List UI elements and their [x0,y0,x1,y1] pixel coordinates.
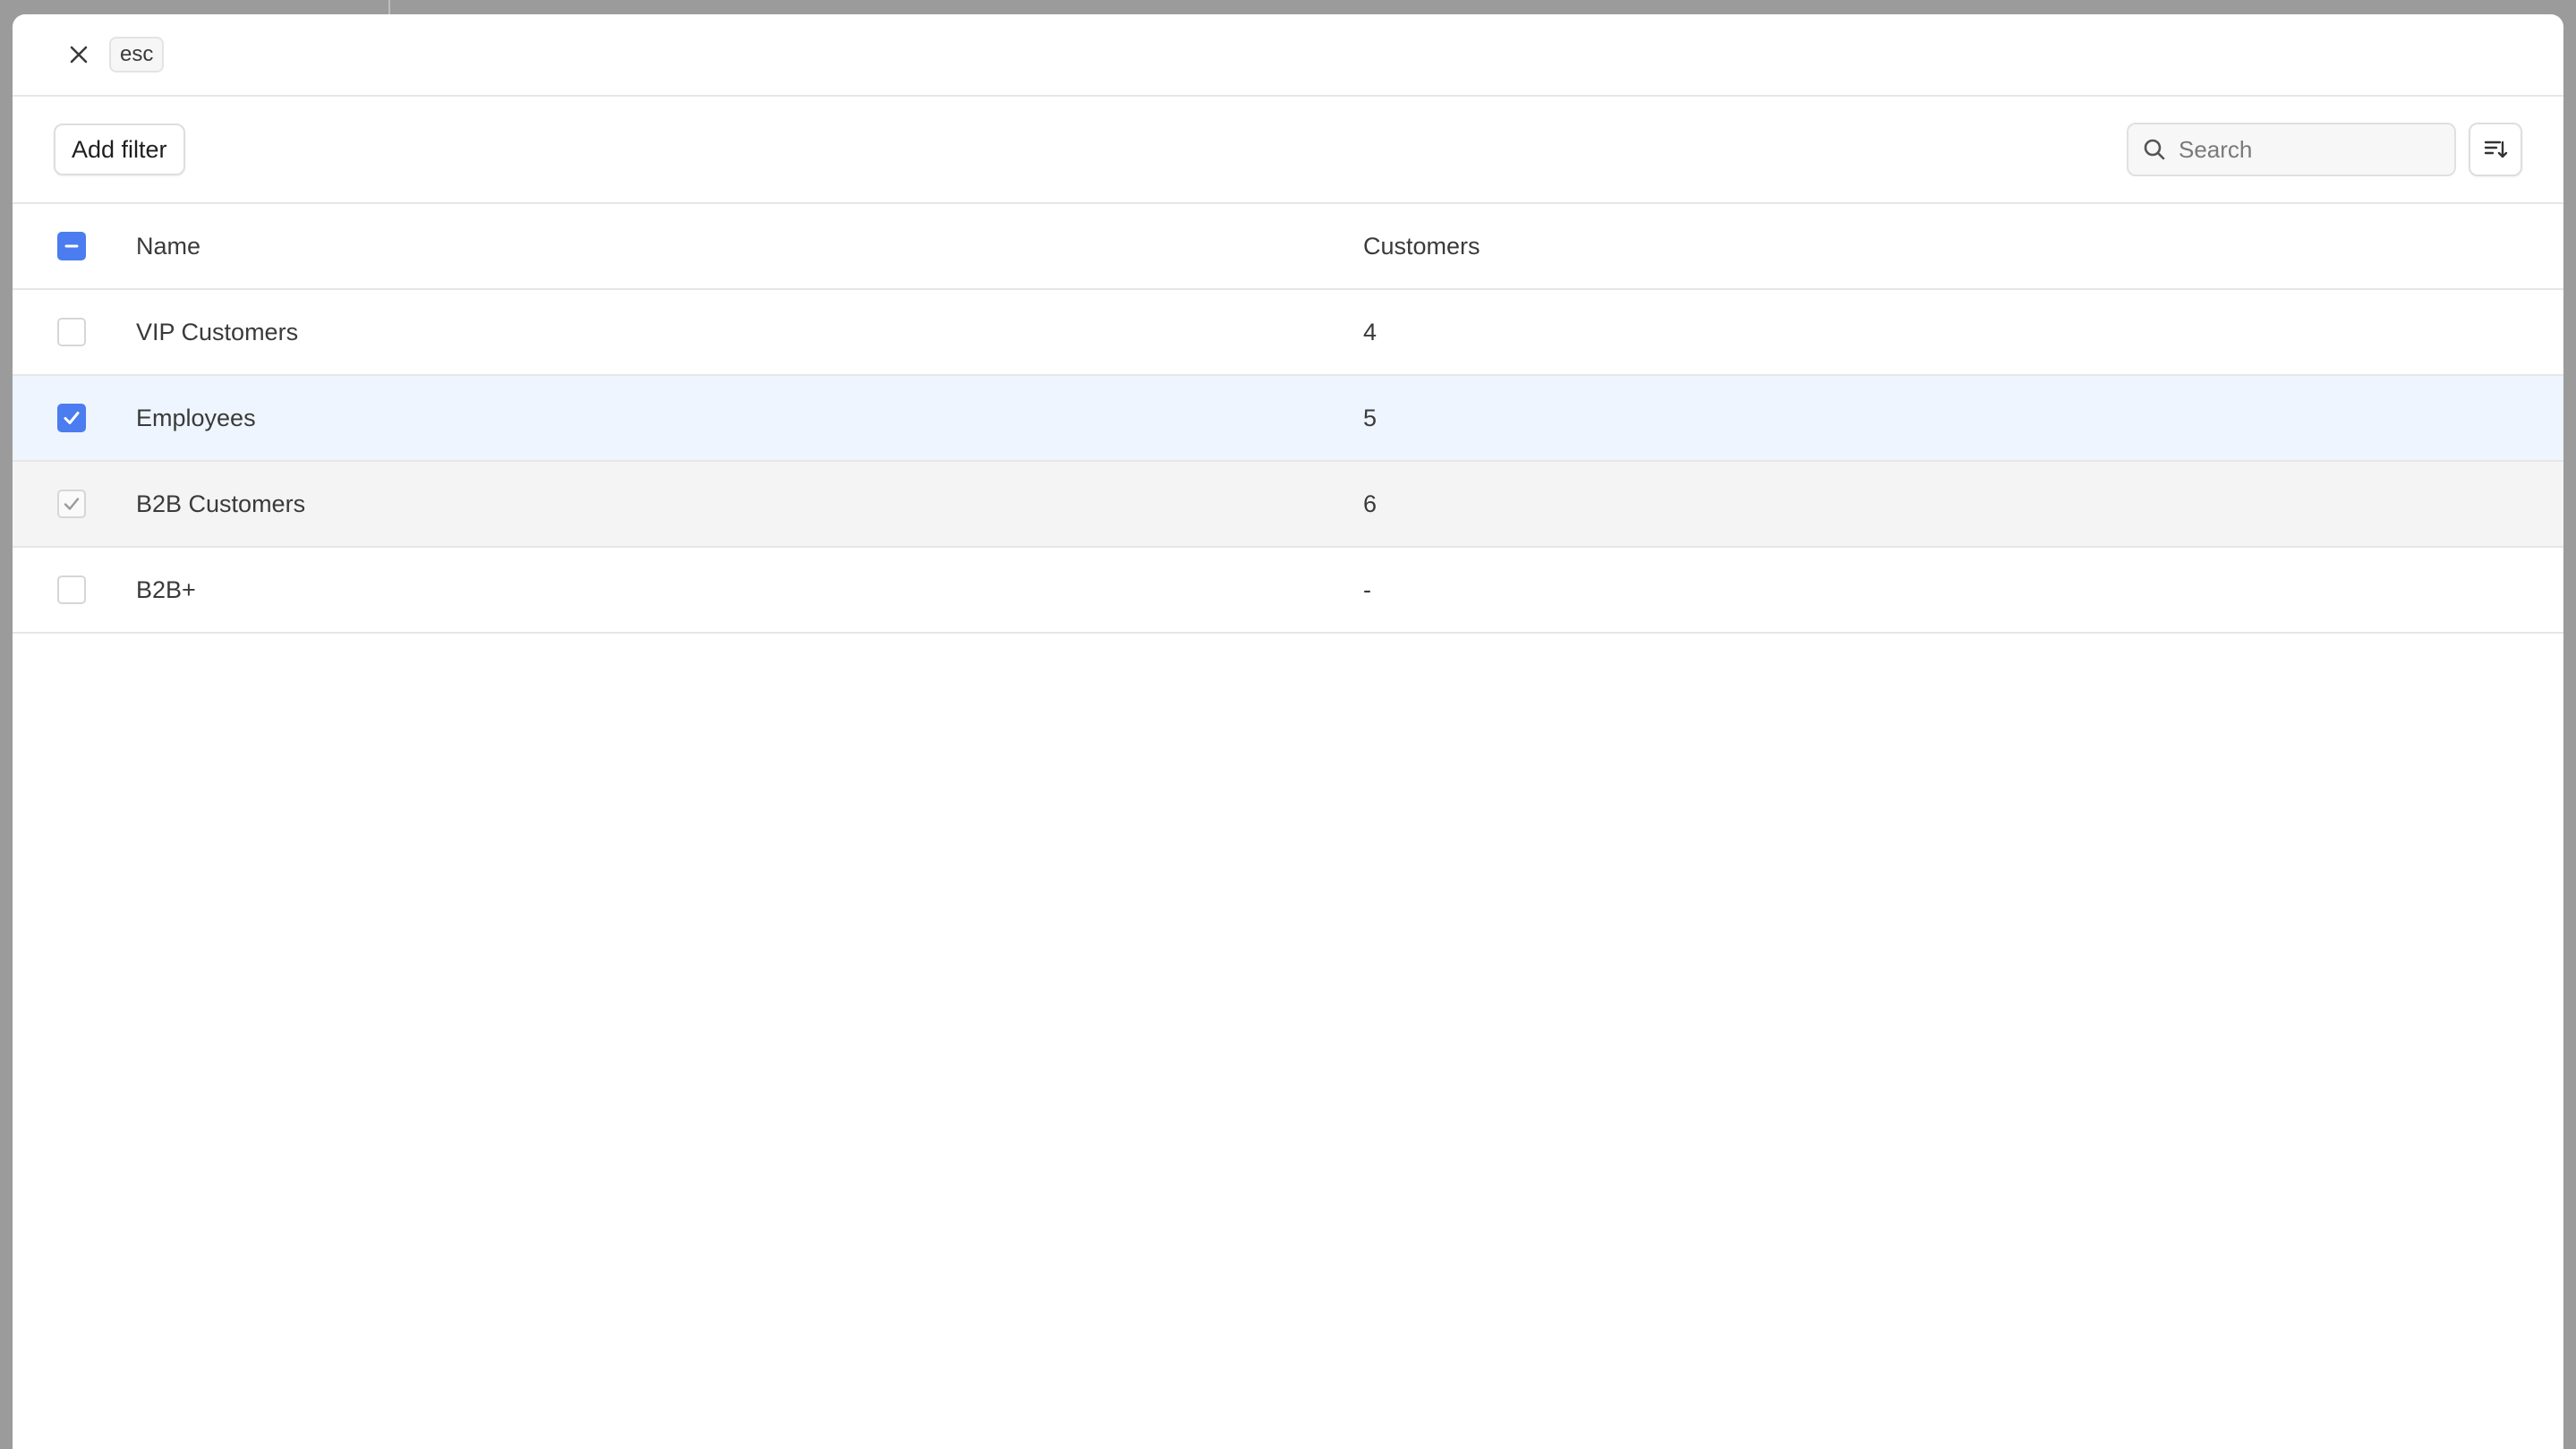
row-name: B2B+ [136,575,196,603]
search-box[interactable] [2127,123,2456,176]
row-checkbox[interactable] [57,490,86,518]
row-checkbox[interactable] [57,318,86,346]
modal-topbar: esc [13,14,2563,97]
row-checkbox[interactable] [57,404,86,432]
close-button[interactable] [55,31,102,78]
sort-icon [2484,141,2508,158]
search-input[interactable] [2179,135,2447,164]
column-header-customers[interactable]: Customers [1363,233,2563,260]
row-name: VIP Customers [136,318,299,345]
table-row[interactable]: B2B Customers 6 [13,462,2563,548]
row-name: B2B Customers [136,490,306,517]
row-customers-count: - [1363,575,1371,603]
customer-groups-modal: esc Add filter Search Name Customers VIP… [13,14,2563,1449]
row-customers-count: 4 [1363,318,1378,345]
select-all-checkbox[interactable] [57,232,86,260]
table-toolbar: Add filter [13,97,2563,204]
close-icon [70,46,88,64]
table-row[interactable]: VIP Customers 4 [13,290,2563,376]
add-filter-button[interactable]: Add filter [54,124,185,175]
checkmark-icon [64,498,80,510]
table-row[interactable]: B2B+ - [13,548,2563,634]
minus-icon [64,244,79,248]
search-icon [2144,139,2165,160]
row-checkbox[interactable] [57,575,86,604]
row-customers-count: 6 [1363,490,1378,517]
esc-shortcut-badge: esc [109,37,165,72]
row-name: Employees [136,404,256,431]
sort-button[interactable] [2469,123,2522,176]
toolbar-right [2127,123,2522,176]
customer-groups-table: Name Customers VIP Customers 4 Employees… [13,204,2563,634]
table-header-row: Name Customers [13,204,2563,290]
table-row[interactable]: Employees 5 [13,376,2563,462]
column-header-name[interactable]: Name [136,233,1363,260]
checkmark-icon [64,412,80,424]
row-customers-count: 5 [1363,404,1378,431]
backdrop-divider [388,0,390,14]
